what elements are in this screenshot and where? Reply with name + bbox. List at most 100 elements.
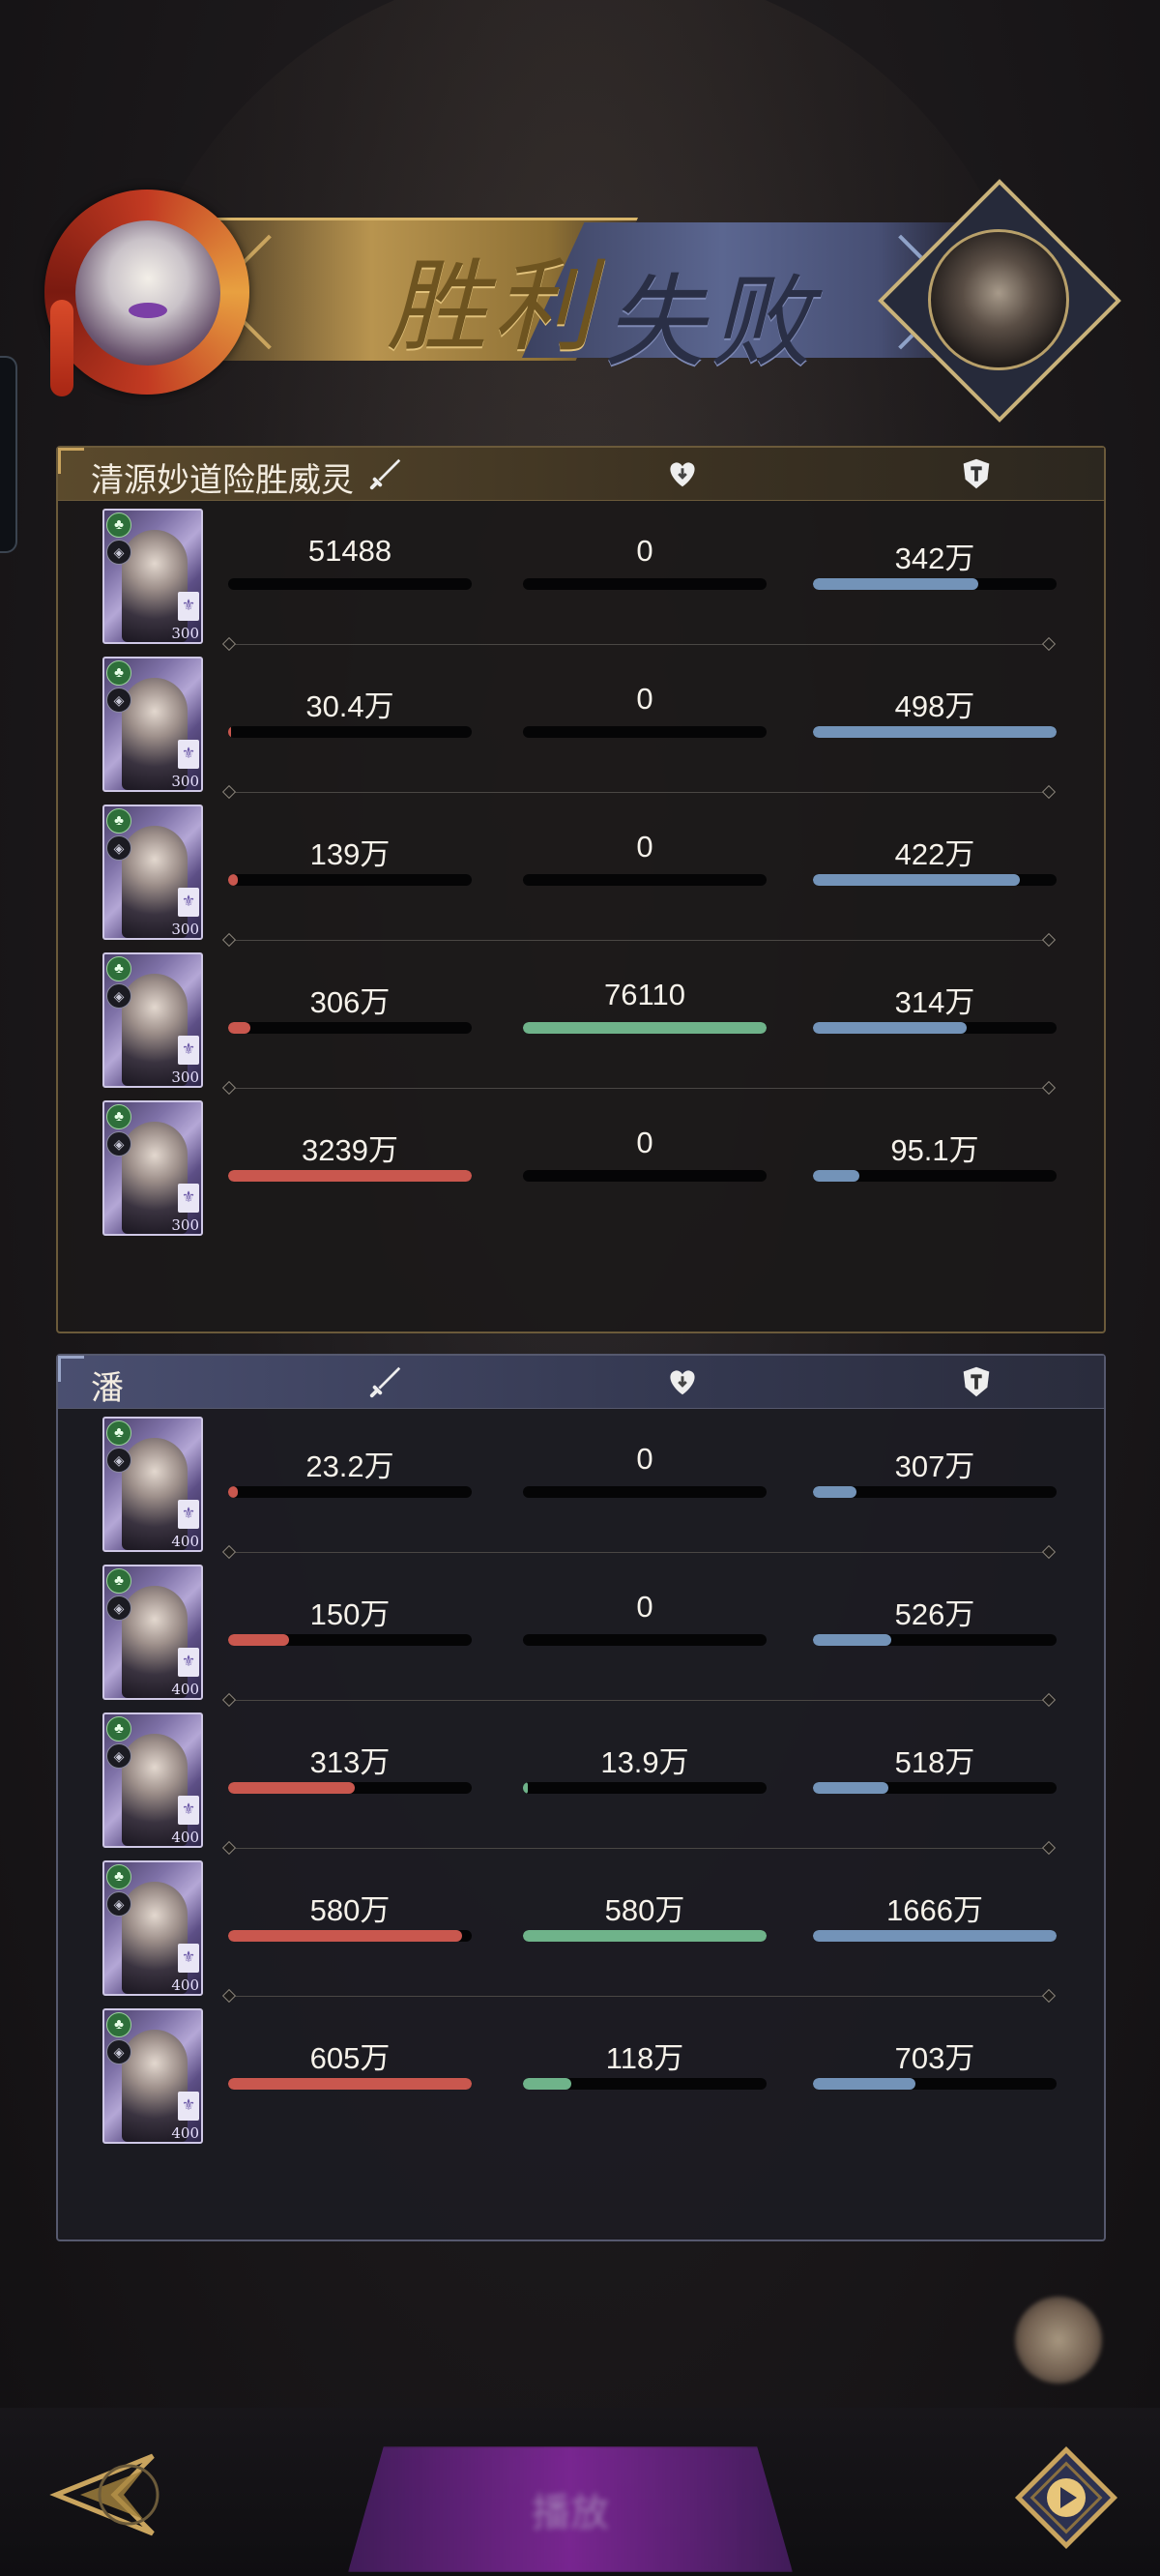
hero-portrait[interactable]: ♣ ◈ ⚜ 400 xyxy=(102,1417,203,1552)
back-button[interactable] xyxy=(37,2446,172,2543)
hero-level: 400 xyxy=(171,1976,199,1994)
damage-value: 313万 xyxy=(309,1745,391,1779)
tank-bar xyxy=(813,874,1057,886)
loser-team-panel: 潘 ♣ ◈ ⚜ 400 23.2万 0 307万 ♣ ◈ ⚜ 400 150万 0 526万 ♣ ◈ ⚜ 400 31… xyxy=(56,1354,1106,2241)
tank-bar-fill xyxy=(813,2078,915,2090)
hero-stat-row[interactable]: ♣ ◈ ⚜ 300 306万 76110 314万 xyxy=(58,949,1104,1097)
role-icon: ◈ xyxy=(106,835,131,861)
heal-bar-fill xyxy=(523,2078,572,2090)
team-name: 潘 xyxy=(91,1369,124,1408)
winner-avatar[interactable] xyxy=(39,184,259,404)
element-icon: ♣ xyxy=(106,808,131,834)
damage-value: 306万 xyxy=(309,985,391,1019)
hero-stat-row[interactable]: ♣ ◈ ⚜ 300 3239万 0 95.1万 xyxy=(58,1097,1104,1244)
tank-bar xyxy=(813,726,1057,738)
row-divider xyxy=(228,1848,1050,1849)
hero-stat-row[interactable]: ♣ ◈ ⚜ 400 23.2万 0 307万 xyxy=(58,1413,1104,1561)
corner-ornament xyxy=(58,1356,84,1382)
hero-portrait[interactable]: ♣ ◈ ⚜ 300 xyxy=(102,509,203,644)
heal-bar xyxy=(523,874,767,886)
hero-stat-row[interactable]: ♣ ◈ ⚜ 400 580万 580万 1666万 xyxy=(58,1857,1104,2005)
damage-bar xyxy=(228,2078,472,2090)
role-icon: ◈ xyxy=(106,688,131,713)
battle-button[interactable]: 播放 xyxy=(348,2446,793,2572)
hero-level: 300 xyxy=(171,773,199,790)
result-banner: 胜利 失败 xyxy=(0,164,1160,423)
heal-bar xyxy=(523,1170,767,1182)
row-divider xyxy=(228,792,1050,793)
hero-stat-row[interactable]: ♣ ◈ ⚜ 400 150万 0 526万 xyxy=(58,1561,1104,1709)
damage-bar-fill xyxy=(228,1930,462,1942)
replay-icon xyxy=(1014,2445,1118,2550)
tank-bar-fill xyxy=(813,1486,857,1498)
heal-value: 0 xyxy=(636,1590,653,1624)
loser-avatar[interactable] xyxy=(878,179,1121,423)
hero-level: 300 xyxy=(171,1068,199,1086)
hero-portrait[interactable]: ♣ ◈ ⚜ 300 xyxy=(102,657,203,792)
team-header: 潘 xyxy=(58,1356,1104,1409)
damage-value: 580万 xyxy=(309,1893,391,1927)
damage-bar-fill xyxy=(228,1170,472,1182)
damage-bar-fill xyxy=(228,2078,472,2090)
row-divider xyxy=(228,1700,1050,1701)
role-icon: ◈ xyxy=(106,2039,131,2064)
avatar-portrait xyxy=(928,229,1069,370)
heal-value: 0 xyxy=(636,1126,653,1159)
tank-value: 342万 xyxy=(894,542,975,575)
element-icon: ♣ xyxy=(106,1568,131,1594)
hero-stats-list: ♣ ◈ ⚜ 400 23.2万 0 307万 ♣ ◈ ⚜ 400 150万 0 526万 ♣ ◈ ⚜ 400 313… xyxy=(58,1409,1104,2152)
row-divider xyxy=(228,940,1050,941)
heal-value: 13.9万 xyxy=(600,1745,689,1779)
role-icon: ◈ xyxy=(106,540,131,565)
row-divider xyxy=(228,1088,1050,1089)
hero-stat-row[interactable]: ♣ ◈ ⚜ 400 313万 13.9万 518万 xyxy=(58,1709,1104,1857)
hero-stat-row[interactable]: ♣ ◈ ⚜ 300 139万 0 422万 xyxy=(58,801,1104,949)
role-icon: ◈ xyxy=(106,1595,131,1621)
heart-icon xyxy=(662,454,703,494)
tank-bar-fill xyxy=(813,726,1057,738)
hero-stat-row[interactable]: ♣ ◈ ⚜ 300 51488 0 342万 xyxy=(58,505,1104,653)
tank-value: 518万 xyxy=(894,1745,975,1779)
replay-button[interactable] xyxy=(1013,2444,1119,2551)
floating-hex-button[interactable] xyxy=(1015,2297,1102,2384)
sword-icon xyxy=(365,1361,406,1402)
rank-badge-icon: ⚜ xyxy=(178,740,199,769)
hero-stats-list: ♣ ◈ ⚜ 300 51488 0 342万 ♣ ◈ ⚜ 300 30.4万 0 498万 ♣ ◈ ⚜ 300 13… xyxy=(58,501,1104,1244)
hero-level: 300 xyxy=(171,921,199,938)
tank-bar-fill xyxy=(813,578,979,590)
hero-stat-row[interactable]: ♣ ◈ ⚜ 400 605万 118万 703万 xyxy=(58,2005,1104,2152)
hero-portrait[interactable]: ♣ ◈ ⚜ 300 xyxy=(102,952,203,1088)
tank-bar xyxy=(813,1170,1057,1182)
heal-value: 76110 xyxy=(604,978,685,1011)
rank-badge-icon: ⚜ xyxy=(178,1036,199,1065)
damage-bar xyxy=(228,1486,472,1498)
heal-bar xyxy=(523,1634,767,1646)
hero-portrait[interactable]: ♣ ◈ ⚜ 300 xyxy=(102,805,203,940)
tank-bar xyxy=(813,1930,1057,1942)
rank-badge-icon: ⚜ xyxy=(178,592,199,621)
hero-portrait[interactable]: ♣ ◈ ⚜ 400 xyxy=(102,1712,203,1848)
heal-bar-fill xyxy=(523,1022,767,1034)
tank-bar-fill xyxy=(813,1634,891,1646)
hero-stat-row[interactable]: ♣ ◈ ⚜ 300 30.4万 0 498万 xyxy=(58,653,1104,801)
element-icon: ♣ xyxy=(106,660,131,686)
hero-portrait[interactable]: ♣ ◈ ⚜ 400 xyxy=(102,1860,203,1996)
tank-bar xyxy=(813,578,1057,590)
damage-bar xyxy=(228,726,472,738)
hero-portrait[interactable]: ♣ ◈ ⚜ 400 xyxy=(102,1565,203,1700)
hero-portrait[interactable]: ♣ ◈ ⚜ 300 xyxy=(102,1100,203,1236)
rank-badge-icon: ⚜ xyxy=(178,1648,199,1677)
rank-badge-icon: ⚜ xyxy=(178,2092,199,2121)
avatar-portrait xyxy=(75,220,220,366)
back-arrow-icon xyxy=(49,2453,160,2536)
damage-bar-fill xyxy=(228,726,231,738)
tank-value: 314万 xyxy=(894,985,975,1019)
tank-bar-fill xyxy=(813,1782,889,1794)
hero-portrait[interactable]: ♣ ◈ ⚜ 400 xyxy=(102,2008,203,2144)
team-header: 清源妙道险胜威灵 xyxy=(58,448,1104,501)
damage-value: 139万 xyxy=(309,837,391,871)
role-icon: ◈ xyxy=(106,1743,131,1769)
row-divider xyxy=(228,1552,1050,1553)
sword-icon xyxy=(365,454,406,494)
damage-bar-fill xyxy=(228,874,239,886)
